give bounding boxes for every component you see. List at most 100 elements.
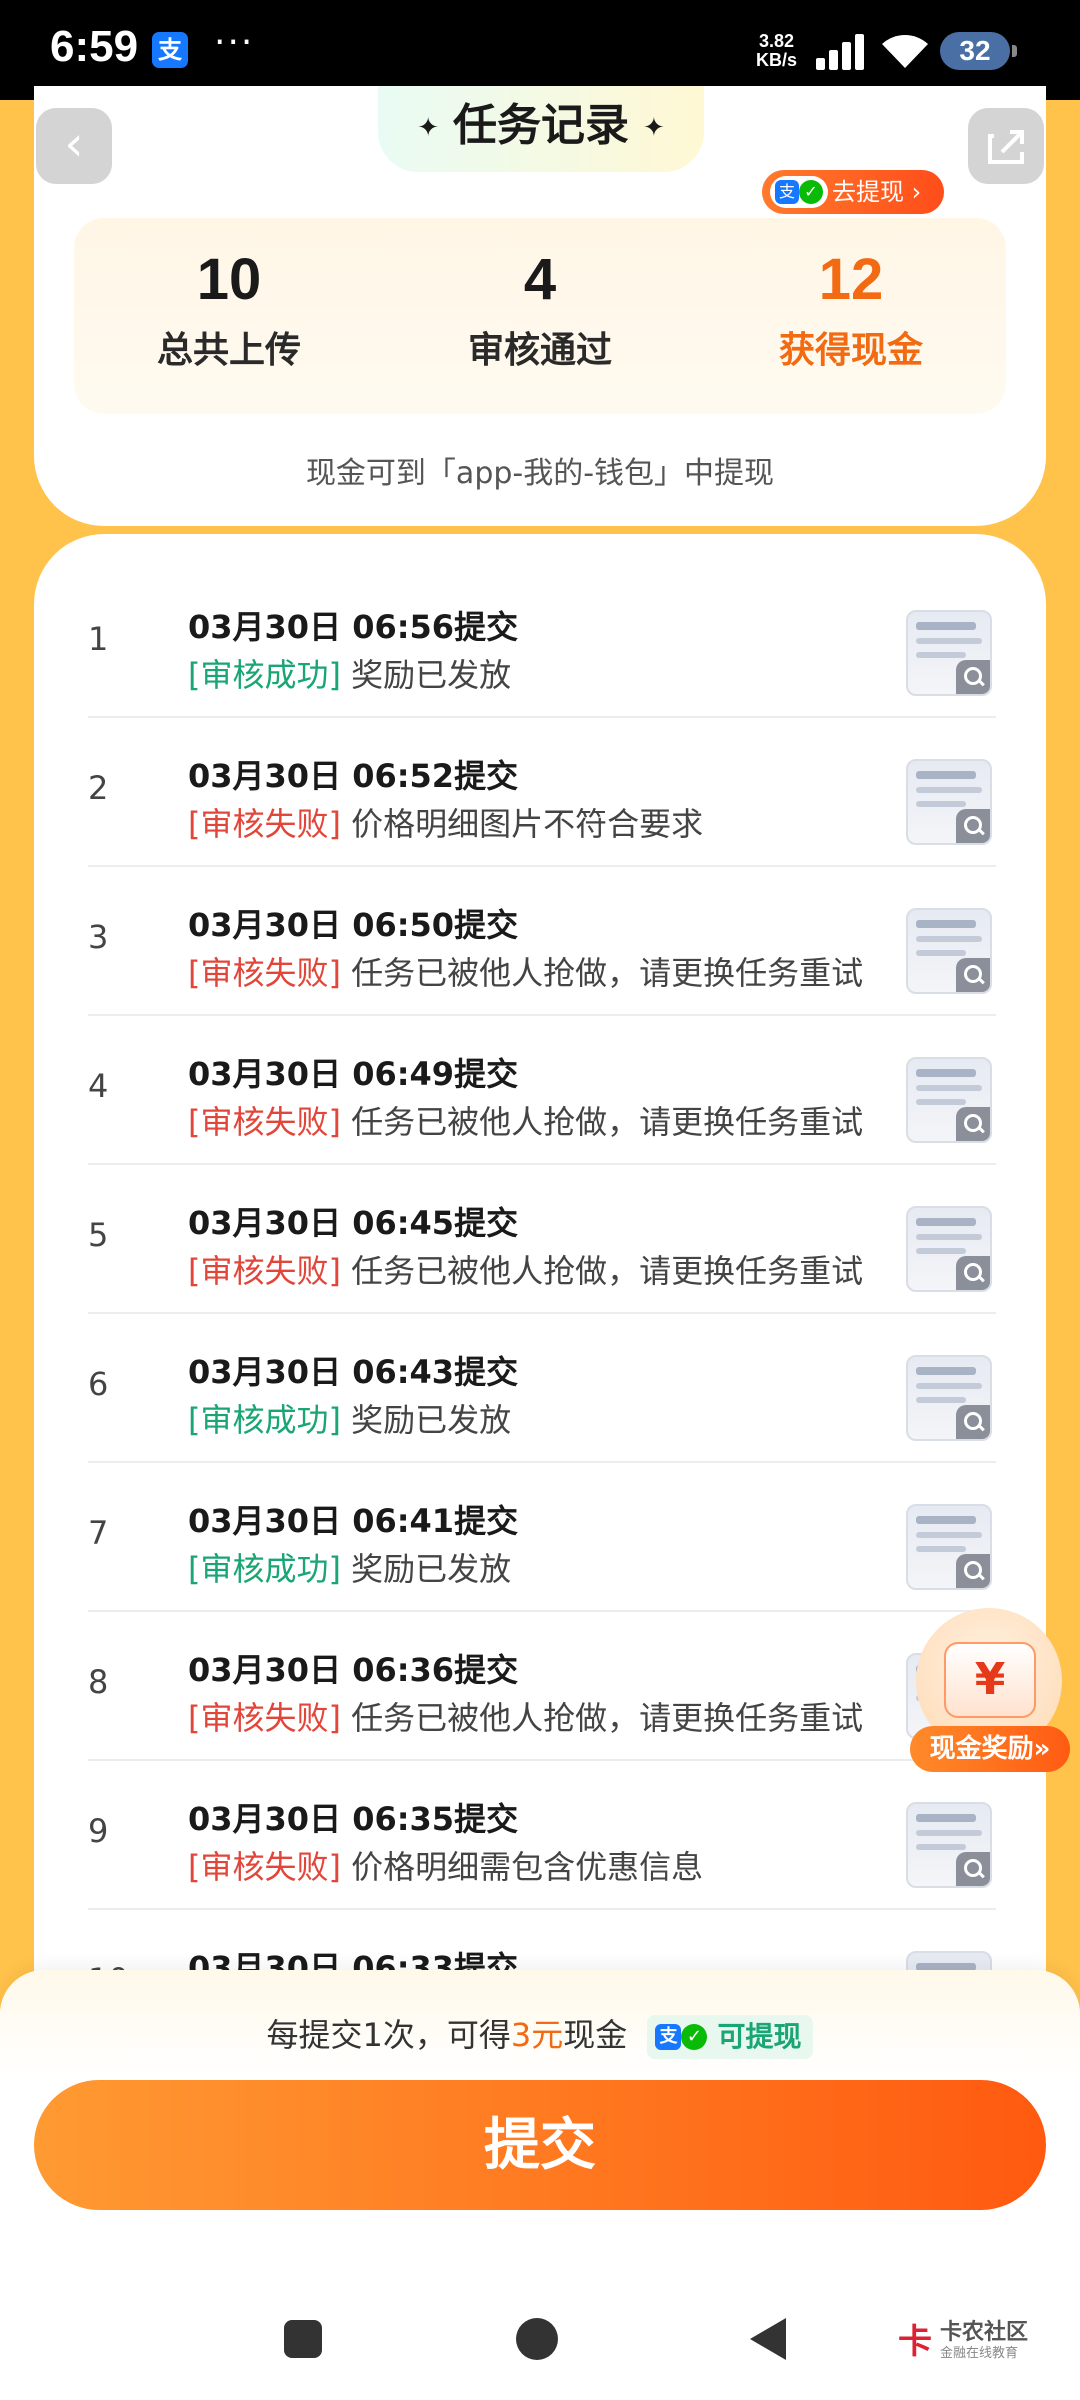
withdrawable-badge: 支 ✓ 可提现 xyxy=(647,2015,814,2059)
screenshot-thumbnail[interactable] xyxy=(906,1802,992,1888)
stat-value: 10 xyxy=(196,247,262,312)
yuan-icon: ¥ xyxy=(944,1642,1036,1718)
submit-button[interactable]: 提交 xyxy=(34,2080,1046,2210)
record-status: [审核成功] 奖励已发放 xyxy=(188,1395,511,1441)
record-index: 8 xyxy=(88,1663,109,1701)
back-icon[interactable] xyxy=(750,2318,786,2360)
screenshot-thumbnail[interactable] xyxy=(906,908,992,994)
battery-icon: 32 xyxy=(940,32,1017,70)
record-row[interactable]: 2 03月30日 06:52提交 [审核失败] 价格明细图片不符合要求 xyxy=(88,719,996,867)
status-message: 任务已被他人抢做，请更换任务重试 xyxy=(351,1252,864,1290)
wechat-pay-icon: ✓ xyxy=(799,180,823,204)
more-notifications-icon: ··· xyxy=(214,22,255,63)
record-row[interactable]: 4 03月30日 06:49提交 [审核失败] 任务已被他人抢做，请更换任务重试 xyxy=(88,1017,996,1165)
record-status: [审核成功] 奖励已发放 xyxy=(188,650,511,696)
screenshot-thumbnail[interactable] xyxy=(906,1057,992,1143)
record-time: 03月30日 06:43提交 xyxy=(188,1353,519,1391)
record-index: 3 xyxy=(88,918,109,956)
record-time: 03月30日 06:35提交 xyxy=(188,1800,519,1838)
record-status: [审核失败] 价格明细需包含优惠信息 xyxy=(188,1842,703,1888)
record-row[interactable]: 10 03月30日 06:33提交 xyxy=(88,1911,996,1974)
home-icon[interactable] xyxy=(516,2318,558,2360)
star-icon: ✦ xyxy=(643,113,665,143)
record-row[interactable]: 9 03月30日 06:35提交 [审核失败] 价格明细需包含优惠信息 xyxy=(88,1762,996,1910)
screenshot-thumbnail[interactable] xyxy=(906,759,992,845)
wechat-pay-icon: ✓ xyxy=(681,2024,708,2050)
record-index: 7 xyxy=(88,1514,109,1552)
screenshot-thumbnail[interactable] xyxy=(906,610,992,696)
record-status: [审核失败] 任务已被他人抢做，请更换任务重试 xyxy=(188,1097,863,1143)
cash-reward-label: 现金奖励» xyxy=(910,1726,1070,1772)
record-index: 6 xyxy=(88,1365,109,1403)
watermark-logo: 卡 卡农社区 金融在线教育 xyxy=(898,2312,1058,2362)
status-message: 价格明细图片不符合要求 xyxy=(351,805,704,843)
signal-icon xyxy=(816,34,868,70)
record-row[interactable]: 6 03月30日 06:43提交 [审核成功] 奖励已发放 xyxy=(88,1315,996,1463)
status-message: 价格明细需包含优惠信息 xyxy=(351,1848,704,1886)
stats-panel: 10 总共上传 4 审核通过 12 获得现金 xyxy=(74,218,1006,414)
network-speed: 3.82 KB/s xyxy=(756,32,797,70)
record-status: [审核成功] 奖励已发放 xyxy=(188,1544,511,1590)
status-message: 奖励已发放 xyxy=(351,1550,512,1588)
record-index: 9 xyxy=(88,1812,109,1850)
record-time: 03月30日 06:52提交 xyxy=(188,757,519,795)
reward-note-suffix: 现金 xyxy=(563,2016,628,2054)
screenshot-thumbnail[interactable] xyxy=(906,1206,992,1292)
zoom-icon xyxy=(956,1107,990,1141)
zoom-icon xyxy=(956,809,990,843)
record-time: 03月30日 06:50提交 xyxy=(188,906,519,944)
wifi-icon xyxy=(882,35,928,68)
record-list: 1 03月30日 06:56提交 [审核成功] 奖励已发放 2 03月30日 0… xyxy=(34,534,1046,1974)
watermark-subtitle: 金融在线教育 xyxy=(940,2346,1019,2361)
dashed-divider xyxy=(80,526,1000,532)
chevron-left-icon: ‹ xyxy=(64,116,84,172)
withdraw-label: 去提现 › xyxy=(832,178,922,206)
status-tag: [审核成功] xyxy=(188,1401,341,1439)
record-row[interactable]: 3 03月30日 06:50提交 [审核失败] 任务已被他人抢做，请更换任务重试 xyxy=(88,868,996,1016)
record-row[interactable]: 1 03月30日 06:56提交 [审核成功] 奖励已发放 xyxy=(88,570,996,718)
record-time: 03月30日 06:56提交 xyxy=(188,608,519,646)
watermark-logo-icon: 卡 xyxy=(898,2322,932,2362)
record-index: 4 xyxy=(88,1067,109,1105)
zoom-icon xyxy=(956,958,990,992)
stat-value: 12 xyxy=(818,247,884,312)
page-title: ✦ 任务记录 ✦ xyxy=(378,86,704,172)
screenshot-thumbnail[interactable] xyxy=(906,1355,992,1441)
status-tag: [审核失败] xyxy=(188,1848,341,1886)
record-row[interactable]: 5 03月30日 06:45提交 [审核失败] 任务已被他人抢做，请更换任务重试 xyxy=(88,1166,996,1314)
record-index: 5 xyxy=(88,1216,109,1254)
network-speed-unit: KB/s xyxy=(756,50,798,70)
stat-cash-earned: 12 获得现金 xyxy=(696,246,1006,373)
star-icon: ✦ xyxy=(417,113,439,143)
cash-withdraw-note: 现金可到「app-我的-钱包」中提现 xyxy=(305,456,775,491)
withdrawable-label: 可提现 xyxy=(717,2020,802,2053)
status-bar: 6:59 支 ··· 3.82 KB/s 32 xyxy=(0,0,1080,100)
stat-value: 4 xyxy=(523,247,557,312)
reward-note-prefix: 每提交1次，可得 xyxy=(266,2016,511,2054)
withdraw-button[interactable]: 支 ✓ 去提现 › xyxy=(762,170,944,214)
record-time: 03月30日 06:45提交 xyxy=(188,1204,519,1242)
status-tag: [审核成功] xyxy=(188,656,341,694)
cash-reward-float-button[interactable]: ¥ 现金奖励» xyxy=(910,1608,1070,1778)
record-status: [审核失败] 任务已被他人抢做，请更换任务重试 xyxy=(188,948,863,994)
alipay-icon: 支 xyxy=(655,2024,682,2050)
screenshot-thumbnail[interactable] xyxy=(906,1504,992,1590)
zoom-icon xyxy=(956,1852,990,1886)
record-status: [审核失败] 价格明细图片不符合要求 xyxy=(188,799,703,845)
reward-note: 每提交1次，可得3元现金 支 ✓ 可提现 xyxy=(0,2010,1080,2059)
status-tag: [审核成功] xyxy=(188,1550,341,1588)
network-speed-value: 3.82 xyxy=(758,31,795,51)
alipay-icon: 支 xyxy=(775,180,799,204)
recent-apps-icon[interactable] xyxy=(284,2320,322,2358)
stat-label: 审核通过 xyxy=(467,330,612,371)
status-tag: [审核失败] xyxy=(188,954,341,992)
payment-icons: 支 ✓ xyxy=(770,176,828,208)
record-row[interactable]: 8 03月30日 06:36提交 [审核失败] 任务已被他人抢做，请更换任务重试 xyxy=(88,1613,996,1761)
record-row[interactable]: 7 03月30日 06:41提交 [审核成功] 奖励已发放 xyxy=(88,1464,996,1612)
stat-label: 总共上传 xyxy=(156,330,301,371)
status-message: 奖励已发放 xyxy=(351,1401,512,1439)
system-nav-bar: 卡 卡农社区 金融在线教育 xyxy=(0,2280,1080,2400)
share-button[interactable] xyxy=(968,108,1044,184)
back-button[interactable]: ‹ xyxy=(36,108,112,184)
status-time: 6:59 xyxy=(50,22,139,71)
